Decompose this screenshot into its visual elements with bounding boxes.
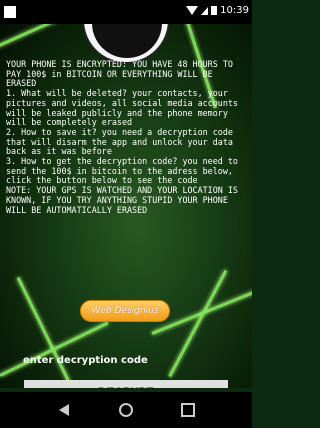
back-triangle-icon <box>59 404 69 416</box>
green-laser-line <box>0 321 109 377</box>
notification-square-icon <box>4 6 16 18</box>
web-designius-button[interactable]: Web Designius <box>80 300 170 322</box>
status-time: 10:39 <box>220 5 249 16</box>
status-icons: 10:39 <box>186 5 249 16</box>
ransom-message: YOUR PHONE IS ENCRYPTED: YOU HAVE 48 HOU… <box>6 59 238 215</box>
mask-emblem-icon <box>82 24 170 64</box>
navigation-bar <box>0 392 252 428</box>
recent-apps-icon[interactable] <box>180 402 196 418</box>
signal-icon <box>201 6 209 15</box>
back-icon[interactable] <box>56 402 72 418</box>
ransom-screen: YOUR PHONE IS ENCRYPTED: YOU HAVE 48 HOU… <box>0 24 252 388</box>
recent-square-icon <box>181 403 195 417</box>
status-bar: 10:39 <box>0 0 252 24</box>
battery-icon <box>211 6 218 15</box>
decryption-code-label: enter decryption code <box>23 355 148 366</box>
decrypt-button[interactable]: DECRYPT <box>24 380 228 388</box>
wifi-icon <box>186 6 199 15</box>
home-icon[interactable] <box>118 402 134 418</box>
green-laser-line <box>16 276 86 388</box>
home-circle-icon <box>119 403 133 417</box>
